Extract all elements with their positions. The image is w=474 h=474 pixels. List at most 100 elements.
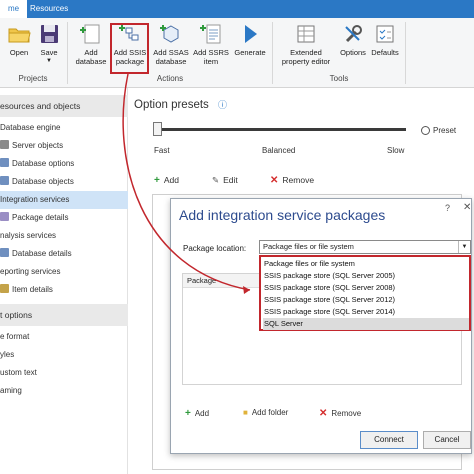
- add-database-label: Add database: [75, 48, 107, 66]
- remove-preset-button[interactable]: ✕ Remove: [270, 175, 314, 186]
- options-label: Options: [340, 48, 366, 57]
- sidebar-item-database-engine[interactable]: Database engine: [0, 119, 128, 137]
- sidebar-item-label: eporting services: [0, 267, 61, 276]
- add-package-button[interactable]: + Add: [185, 408, 209, 419]
- sidebar-item-label: Server objects: [12, 141, 64, 150]
- preset-slider-track[interactable]: [160, 128, 406, 131]
- sidebar-item-label: yles: [0, 350, 15, 359]
- close-icon[interactable]: ✕: [463, 202, 471, 213]
- database-icon: [0, 248, 9, 257]
- sidebar-item-label: Database options: [12, 159, 75, 168]
- sidebar-item-label: Integration services: [0, 195, 70, 204]
- group-label-actions: Actions: [156, 74, 184, 83]
- sidebar-item-database-details[interactable]: Database details: [0, 245, 128, 263]
- sidebar-item-integration-services[interactable]: Integration services: [0, 191, 128, 209]
- sidebar-item-label: Database details: [12, 249, 72, 258]
- chevron-down-icon: ▼: [46, 58, 52, 64]
- preset-radio[interactable]: [421, 126, 430, 135]
- sidebar-item-label: Package details: [12, 213, 69, 222]
- save-button[interactable]: Save ▼: [36, 22, 62, 66]
- edit-preset-button[interactable]: ✎ Edit: [212, 175, 238, 186]
- sidebar-item-label: e format: [0, 332, 30, 341]
- sidebar-item-item-details[interactable]: Item details: [0, 281, 128, 299]
- options-button[interactable]: Options: [338, 22, 368, 57]
- add-folder-button[interactable]: ■ Add folder: [243, 408, 288, 417]
- add-preset-button[interactable]: + Add: [154, 175, 179, 186]
- chevron-down-icon[interactable]: ▼: [458, 241, 470, 253]
- extended-property-editor-label: Extended property editor: [281, 48, 331, 66]
- save-label: Save: [40, 48, 58, 57]
- sidebar-item-styles[interactable]: yles: [0, 346, 128, 364]
- dropdown-option-highlighted[interactable]: SQL Server: [263, 318, 469, 330]
- remove-label: Remove: [331, 409, 362, 418]
- dialog-title: Add integration service packages: [179, 207, 386, 223]
- connect-button[interactable]: Connect: [360, 431, 418, 449]
- sidebar-item-file-format[interactable]: e format: [0, 328, 128, 346]
- dropdown-option[interactable]: SSIS package store (SQL Server 2005): [263, 270, 469, 282]
- add-database-button[interactable]: Add database: [72, 22, 110, 66]
- generate-button[interactable]: Generate: [230, 22, 270, 57]
- add-ssas-database-label: Add SSAS database: [153, 48, 189, 66]
- server-icon: [0, 140, 9, 149]
- sidebar-item-label: Database engine: [0, 123, 61, 132]
- defaults-button[interactable]: Defaults: [369, 22, 401, 57]
- sidebar-item-label: nalysis services: [0, 231, 57, 240]
- sidebar-item-package-details[interactable]: Package details: [0, 209, 128, 227]
- sidebar-item-label: aming: [0, 386, 22, 395]
- add-label: Add: [194, 409, 210, 418]
- info-icon[interactable]: ⓘ: [218, 100, 227, 110]
- close-icon: ✕: [319, 408, 328, 419]
- floppy-disk-icon: [41, 25, 58, 43]
- dropdown-option[interactable]: SSIS package store (SQL Server 2008): [263, 282, 469, 294]
- package-location-label: Package location:: [183, 244, 247, 253]
- section-header-output-options: t options: [0, 304, 128, 326]
- help-icon[interactable]: ?: [445, 203, 450, 213]
- preset-label: Preset: [433, 126, 457, 135]
- ssis-button-highlight: [110, 23, 149, 74]
- sidebar-item-server-objects[interactable]: Server objects: [0, 137, 128, 155]
- slider-label-fast: Fast: [154, 146, 170, 155]
- add-database-icon: [80, 24, 100, 44]
- sidebar-item-naming[interactable]: aming: [0, 382, 128, 400]
- slider-label-balanced: Balanced: [262, 146, 296, 155]
- pencil-icon: ✎: [212, 175, 220, 185]
- remove-label: Remove: [282, 175, 315, 185]
- sidebar-item-label: Item details: [12, 285, 53, 294]
- add-ssrs-item-button[interactable]: Add SSRS item: [193, 22, 229, 66]
- dropdown-option[interactable]: SSIS package store (SQL Server 2012): [263, 294, 469, 306]
- sidebar-item-label: ustom text: [0, 368, 37, 377]
- remove-package-button[interactable]: ✕ Remove: [319, 408, 361, 419]
- open-button[interactable]: Open: [4, 22, 34, 57]
- sidebar-item-custom-text[interactable]: ustom text: [0, 364, 128, 382]
- add-folder-label: Add folder: [251, 408, 289, 417]
- cancel-button[interactable]: Cancel: [423, 431, 471, 449]
- database-icon: [0, 158, 9, 167]
- group-label-projects: Projects: [18, 74, 48, 83]
- folder-icon: [8, 28, 31, 43]
- add-ssrs-item-icon: [200, 24, 221, 44]
- ribbon: Open Save ▼ Projects Add database Add SS…: [0, 18, 474, 88]
- dropdown-option[interactable]: SSIS package store (SQL Server 2014): [263, 306, 469, 318]
- sidebar-item-database-objects[interactable]: Database objects: [0, 173, 128, 191]
- generate-label: Generate: [234, 48, 266, 57]
- package-icon: [0, 212, 9, 221]
- close-icon: ✕: [270, 175, 279, 186]
- package-location-value: Package files or file system: [263, 242, 354, 251]
- sidebar: esources and objects Database engine Ser…: [0, 88, 128, 474]
- ribbon-tab-bar: me Resources: [0, 0, 474, 18]
- preset-slider-thumb[interactable]: [153, 122, 162, 136]
- option-presets-label: Option presets: [134, 99, 209, 111]
- extended-property-editor-button[interactable]: Extended property editor: [276, 22, 336, 66]
- sidebar-item-analysis-services[interactable]: nalysis services: [0, 227, 128, 245]
- package-location-select[interactable]: Package files or file system ▼: [259, 240, 471, 254]
- wrench-icon: [345, 25, 362, 43]
- sidebar-item-reporting-services[interactable]: eporting services: [0, 263, 128, 281]
- group-divider: [272, 22, 273, 84]
- folder-icon: ■: [243, 408, 248, 417]
- add-ssas-database-icon: [160, 25, 179, 43]
- dropdown-option[interactable]: Package files or file system: [263, 258, 469, 270]
- tab-resources[interactable]: Resources: [22, 0, 76, 18]
- plus-icon: +: [154, 175, 160, 186]
- add-ssas-database-button[interactable]: Add SSAS database: [150, 22, 192, 66]
- sidebar-item-database-options[interactable]: Database options: [0, 155, 128, 173]
